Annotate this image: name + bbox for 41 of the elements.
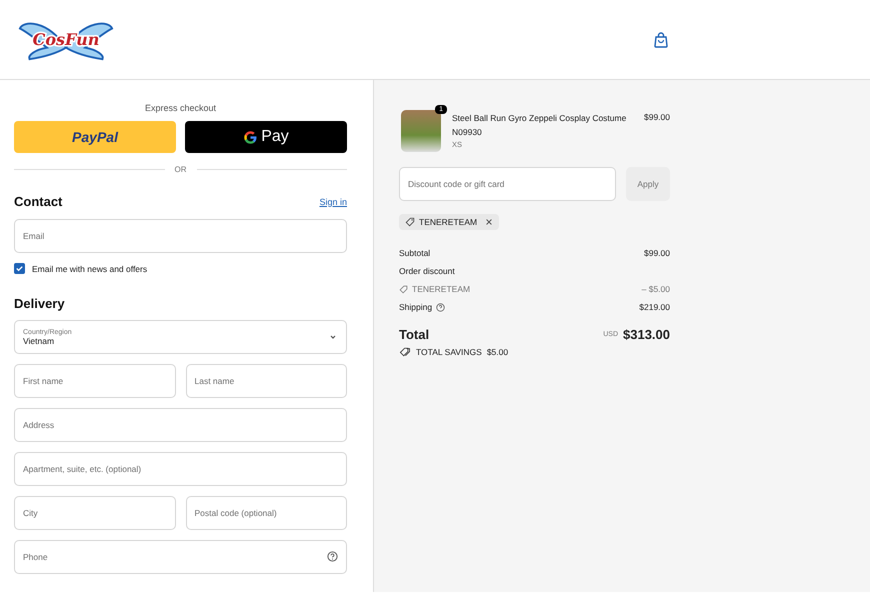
tag-icon xyxy=(405,217,415,227)
checkbox[interactable] xyxy=(14,263,25,274)
section-label: Express checkout xyxy=(144,103,218,113)
line-value: $219.00 xyxy=(639,302,670,312)
total-label: Total xyxy=(399,327,430,342)
input-field[interactable]: Last name xyxy=(186,364,347,398)
savings-label: TOTAL SAVINGS xyxy=(416,347,482,357)
help-icon[interactable] xyxy=(436,302,446,312)
discount-field[interactable]: Discount code or gift card xyxy=(399,167,616,201)
savings-value: $5.00 xyxy=(486,347,508,357)
email-field[interactable]: Email xyxy=(14,219,347,253)
paypal-button[interactable]: PayPal xyxy=(14,121,176,153)
close-icon[interactable] xyxy=(485,218,494,226)
or-divider: OR xyxy=(14,165,347,174)
apply-button[interactable]: Apply xyxy=(626,167,670,201)
line-value: $99.00 xyxy=(644,248,670,258)
input-field[interactable]: Address xyxy=(14,408,347,442)
line-label: Order discount xyxy=(399,266,455,276)
input-field[interactable]: First name xyxy=(14,364,176,398)
line-label: TENERETEAM xyxy=(412,284,470,294)
input-field[interactable]: Apartment, suite, etc. (optional) xyxy=(14,452,347,486)
google-g-icon xyxy=(243,130,258,144)
help-icon[interactable] xyxy=(327,551,338,562)
line-value: – $5.00 xyxy=(642,284,670,294)
sign-in-link[interactable]: Sign in xyxy=(319,196,347,206)
phone-field[interactable]: Phone xyxy=(14,540,347,574)
input-field[interactable]: City xyxy=(14,496,176,530)
line-label: Shipping xyxy=(399,302,432,312)
shopping-bag-icon[interactable] xyxy=(654,32,668,48)
tag-icon xyxy=(399,284,408,294)
total-value: $313.00 xyxy=(623,327,670,342)
product-price: $99.00 xyxy=(644,111,670,122)
product-name: Steel Ball Run Gyro Zeppeli Cosplay Costume N09930 xyxy=(452,112,628,139)
tags-icon xyxy=(399,347,411,357)
tag-label: TENERETEAM xyxy=(419,217,478,227)
section-title: Delivery xyxy=(14,296,66,311)
line-label: Subtotal xyxy=(399,248,430,258)
section-title: Contact xyxy=(14,194,62,209)
google-pay-button[interactable]: Pay xyxy=(185,121,347,153)
input-field[interactable]: Postal code (optional) xyxy=(186,496,347,530)
checkbox-label: Email me with news and offers xyxy=(32,264,148,274)
